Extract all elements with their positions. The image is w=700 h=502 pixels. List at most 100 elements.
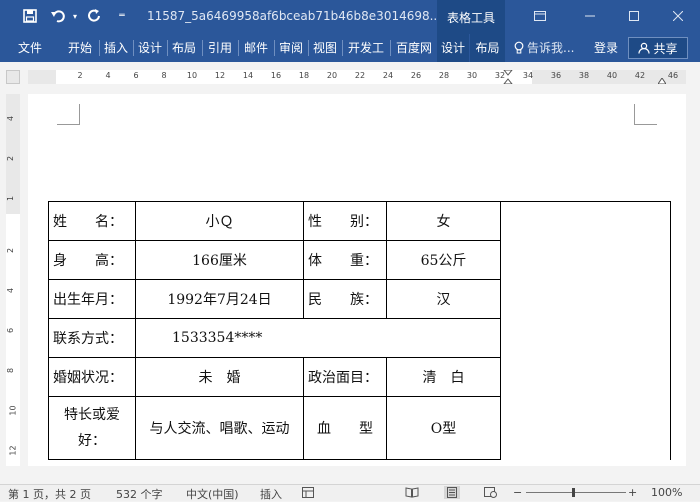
ruler-number: 34	[522, 71, 534, 80]
ruler-number: 4	[6, 287, 16, 294]
ruler-number: 4	[105, 71, 111, 80]
share-button[interactable]: 共享	[628, 37, 688, 59]
user-icon	[638, 42, 651, 54]
web-layout-icon[interactable]	[482, 486, 498, 499]
horizontal-ruler[interactable]: 2 4 6 8 10 12 14 16 18 20 22 24 26 28 30…	[28, 70, 686, 84]
tab-review[interactable]: 审阅	[276, 34, 306, 62]
print-layout-icon[interactable]	[444, 486, 460, 499]
maximize-icon[interactable]	[622, 6, 646, 26]
ruler-number: 30	[466, 71, 478, 80]
ruler-number: 4	[6, 115, 16, 122]
table-cell[interactable]: 65公斤	[386, 240, 501, 280]
tab-view[interactable]: 视图	[310, 34, 340, 62]
table-cell[interactable]: 特长或爱好：	[48, 396, 136, 460]
table-cell[interactable]: 汉	[386, 279, 501, 319]
table-cell[interactable]: 出生年月：	[48, 279, 136, 319]
zoom-in-button[interactable]: +	[628, 486, 637, 499]
lightbulb-icon	[514, 41, 524, 54]
read-mode-icon[interactable]	[404, 486, 420, 499]
table-cell[interactable]: 婚姻状况：	[48, 357, 136, 397]
table-cell[interactable]: 民 族：	[303, 279, 387, 319]
table-cell[interactable]: 小Ｑ	[135, 201, 304, 241]
tab-table-design[interactable]: 设计	[437, 34, 469, 62]
zoom-level[interactable]: 100%	[651, 486, 682, 499]
status-bar: 第 1 页，共 2 页 532 个字 中文(中国) 插入 − + 100%	[0, 484, 700, 501]
ribbon-display-icon[interactable]	[528, 6, 552, 26]
title-bar: ▾ ═ 11587_5a6469958af6bceab71b46b8e30146…	[0, 0, 700, 34]
share-label: 共享	[653, 41, 678, 56]
document-title: 11587_5a6469958af6bceab71b46b8e3014698..…	[147, 9, 445, 23]
chevron-down-icon[interactable]: ═	[112, 5, 132, 27]
tab-selector[interactable]	[6, 70, 20, 84]
ruler-number: 10	[186, 71, 198, 80]
ruler-number: 1	[6, 195, 16, 202]
vertical-ruler[interactable]: 4 2 1 2 4 6 8 10 12	[6, 94, 20, 466]
tab-separator	[390, 40, 391, 56]
right-indent-icon[interactable]	[658, 78, 666, 84]
tab-separator	[99, 40, 100, 56]
ruler-number: 40	[606, 71, 618, 80]
tab-mailings[interactable]: 邮件	[240, 34, 272, 62]
table-cell[interactable]: 166厘米	[135, 240, 304, 280]
redo-icon[interactable]	[84, 5, 106, 27]
ruler-number: 26	[410, 71, 422, 80]
zoom-slider[interactable]	[526, 492, 626, 493]
tab-separator	[133, 40, 134, 56]
ribbon-tabs: 文件 开始 插入 设计 布局 引用 邮件 审阅 视图 开发工 百度网 设计 布局…	[0, 34, 700, 62]
table-cell[interactable]: 联系方式：	[48, 318, 136, 358]
undo-icon[interactable]	[48, 5, 70, 27]
ruler-number: 36	[550, 71, 562, 80]
table-cell[interactable]: 体 重：	[303, 240, 387, 280]
save-icon[interactable]	[18, 5, 42, 27]
document-page[interactable]: 姓 名： 小Ｑ 性 别： 女 身 高： 166厘米 体 重： 65公斤 出生年月…	[28, 94, 686, 466]
table-cell[interactable]: 清 白	[386, 357, 501, 397]
minimize-icon[interactable]	[578, 6, 602, 26]
crop-mark	[57, 104, 80, 125]
table-cell[interactable]: 姓 名：	[48, 201, 136, 241]
ruler-number: 6	[6, 327, 16, 334]
tell-me-search[interactable]: 告诉我...	[514, 34, 574, 62]
photo-cell[interactable]	[500, 201, 671, 460]
ruler-number: 8	[6, 367, 16, 374]
tab-baidu-netdisk[interactable]: 百度网	[392, 34, 436, 62]
tab-references[interactable]: 引用	[204, 34, 236, 62]
ruler-number: 14	[242, 71, 254, 80]
ruler-number: 46	[667, 71, 679, 80]
login-button[interactable]: 登录	[594, 34, 618, 62]
zoom-slider-thumb[interactable]	[572, 488, 575, 497]
ruler-number: 22	[354, 71, 366, 80]
tab-design[interactable]: 设计	[135, 34, 165, 62]
crop-mark	[634, 104, 657, 125]
table-cell[interactable]: 1533354****	[135, 318, 501, 358]
tab-layout[interactable]: 布局	[169, 34, 199, 62]
ruler-number: 2	[6, 247, 16, 254]
macro-record-icon[interactable]	[300, 486, 316, 499]
table-cell[interactable]: 血 型	[303, 396, 387, 460]
tab-table-layout[interactable]: 布局	[470, 34, 505, 62]
ruler-number: 16	[270, 71, 282, 80]
table-cell[interactable]: 未 婚	[135, 357, 304, 397]
indent-marker-icon[interactable]	[503, 70, 513, 84]
ruler-number: 6	[133, 71, 139, 80]
ruler-number: 12	[8, 445, 18, 456]
zoom-out-button[interactable]: −	[513, 486, 522, 499]
close-icon[interactable]	[666, 6, 690, 26]
tab-file[interactable]: 文件	[8, 34, 52, 62]
table-cell[interactable]: 身 高：	[48, 240, 136, 280]
tab-separator	[167, 40, 168, 56]
ruler-number: 12	[214, 71, 226, 80]
resume-table[interactable]: 姓 名： 小Ｑ 性 别： 女 身 高： 166厘米 体 重： 65公斤 出生年月…	[48, 201, 671, 460]
undo-dropdown-icon[interactable]: ▾	[70, 5, 80, 27]
tell-me-label: 告诉我...	[527, 41, 575, 55]
tab-developer[interactable]: 开发工	[344, 34, 388, 62]
table-cell[interactable]: O型	[386, 396, 501, 460]
tab-separator	[274, 40, 275, 56]
table-cell[interactable]: 1992年7月24日	[135, 279, 304, 319]
tab-insert[interactable]: 插入	[101, 34, 131, 62]
table-cell[interactable]: 政治面目：	[303, 357, 387, 397]
table-cell[interactable]: 女	[386, 201, 501, 241]
tab-home[interactable]: 开始	[64, 34, 96, 62]
table-cell[interactable]: 与人交流、唱歌、运动	[135, 396, 304, 460]
table-tools-context: 表格工具	[437, 0, 505, 34]
table-cell[interactable]: 性 别：	[303, 201, 387, 241]
